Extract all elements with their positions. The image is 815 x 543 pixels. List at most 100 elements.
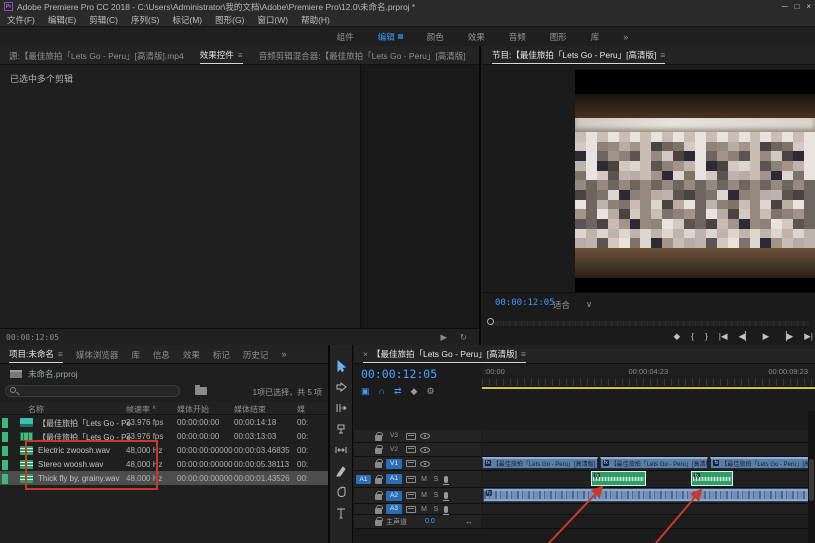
sfx-audio-clip[interactable]: fx — [591, 471, 646, 486]
track-header-V3[interactable]: V3 — [354, 430, 481, 443]
lock-icon[interactable] — [375, 508, 382, 514]
lock-icon[interactable] — [375, 448, 382, 454]
panel-overflow-icon[interactable]: » — [281, 349, 286, 359]
go-to-out-icon[interactable]: ▶| — [804, 331, 813, 342]
track-target-A2[interactable]: A2 — [386, 491, 402, 501]
close-icon[interactable]: × — [363, 349, 368, 359]
tab-project-2[interactable]: 库 — [131, 346, 140, 363]
tool-hand[interactable] — [335, 485, 348, 498]
lock-icon[interactable] — [375, 462, 382, 468]
column-header-1[interactable]: 帧速率 — [126, 404, 150, 415]
tool-razor[interactable] — [335, 422, 348, 435]
music-audio-clip[interactable]: fx — [483, 488, 815, 502]
voiceover-icon[interactable] — [444, 476, 448, 483]
menu-item-5[interactable]: 图形(G) — [215, 14, 244, 26]
workspace-tab-效果[interactable]: 效果 — [468, 31, 485, 43]
snap-icon[interactable]: ∩ — [379, 386, 385, 397]
add-marker-icon[interactable]: ◆ — [411, 386, 418, 397]
close-icon[interactable]: × — [806, 2, 811, 11]
mute-icon[interactable]: M — [420, 476, 428, 483]
mute-icon[interactable]: M — [420, 492, 428, 499]
mute-icon[interactable]: M — [420, 506, 428, 513]
tool-slip[interactable] — [335, 443, 348, 456]
track-header-V1[interactable]: V1 — [354, 457, 481, 471]
workspace-tab-音频[interactable]: 音频 — [509, 31, 526, 43]
panel-menu-icon[interactable]: ≡ — [238, 50, 243, 60]
playhead-knob[interactable] — [487, 318, 494, 325]
tab-source-0[interactable]: 源:【最佳旅拍「Lets Go - Peru」[高清版].mp4 — [9, 47, 184, 64]
track-header-V2[interactable]: V2 — [354, 443, 481, 457]
tool-track-select-forward[interactable] — [335, 380, 348, 393]
table-row[interactable]: Stereo woosh.wav48,000 Hz00:00:00:000000… — [0, 457, 328, 471]
column-header-3[interactable]: 媒体结束 — [234, 404, 266, 415]
scrollbar-thumb[interactable] — [809, 459, 814, 501]
go-to-in-icon[interactable]: |◀ — [719, 331, 728, 342]
column-header-4[interactable]: 媒 — [297, 404, 305, 415]
tool-selection[interactable] — [335, 359, 348, 372]
lane-A2[interactable]: fx — [482, 488, 815, 504]
step-forward-icon[interactable]: ▕▶ — [780, 331, 793, 342]
source-patch-A3[interactable] — [356, 505, 371, 514]
tool-type[interactable] — [335, 506, 348, 519]
track-output-icon[interactable] — [420, 447, 430, 453]
add-marker-icon[interactable]: ◆ — [674, 331, 681, 342]
sync-lock-icon[interactable] — [406, 476, 416, 483]
sync-lock-icon[interactable] — [406, 460, 416, 467]
table-row[interactable]: Electric zwoosh.wav48,000 Hz00:00:00:000… — [0, 443, 328, 457]
fit-icon[interactable]: ↔ — [465, 517, 473, 526]
tab-program[interactable]: 节目:【最佳旅拍「Lets Go - Peru」[高清版] ≡ — [492, 46, 665, 64]
track-target-A3[interactable]: A3 — [386, 504, 402, 514]
menu-item-7[interactable]: 帮助(H) — [301, 14, 330, 26]
solo-icon[interactable]: S — [432, 476, 440, 483]
tool-ripple-edit[interactable] — [335, 401, 348, 414]
video-clip[interactable]: fx【最佳旅拍「Lets Go - Peru」[高清版] — [600, 457, 709, 469]
workspace-tab-组件[interactable]: 组件 — [337, 31, 354, 43]
track-output-icon[interactable] — [420, 433, 430, 439]
workspace-tab-库[interactable]: 库 — [591, 31, 600, 43]
lane-A1[interactable]: fxfx — [482, 471, 815, 488]
linked-selection-icon[interactable]: ⇄ — [394, 386, 402, 397]
solo-icon[interactable]: S — [432, 506, 440, 513]
panel-menu-icon[interactable]: ≡ — [58, 349, 63, 359]
voiceover-icon[interactable] — [444, 506, 448, 513]
sync-lock-icon[interactable] — [406, 446, 416, 453]
track-target-A1[interactable]: A1 — [386, 474, 402, 484]
mark-out-icon[interactable]: } — [705, 331, 708, 342]
workspace-tab-图形[interactable]: 图形 — [550, 31, 567, 43]
timeline-scrollbar[interactable] — [808, 411, 815, 543]
search-input[interactable] — [5, 385, 180, 397]
lane-V2[interactable] — [482, 443, 815, 457]
column-header-2[interactable]: 媒体开始 — [177, 404, 209, 415]
master-track-header[interactable]: 主声道0.0↔ — [354, 515, 481, 529]
lock-icon[interactable] — [375, 494, 382, 500]
voiceover-icon[interactable] — [444, 492, 448, 499]
mark-in-icon[interactable]: { — [691, 331, 694, 342]
play-only-icon[interactable]: ▶ — [440, 332, 447, 343]
solo-icon[interactable]: S — [432, 492, 440, 499]
program-timecode[interactable]: 00:00:12:05 — [495, 298, 555, 308]
timeline-timecode[interactable]: 00:00:12:05 — [361, 367, 437, 381]
table-row[interactable]: 【最佳旅拍「Lets Go - Pe23.976 fps00:00:00:000… — [0, 429, 328, 443]
tab-source-2[interactable]: 音频剪辑混合器:【最佳旅拍「Lets Go - Peru」[高清版] — [259, 47, 466, 64]
tab-project-5[interactable]: 标记 — [213, 346, 230, 363]
new-bin-icon[interactable] — [195, 387, 207, 395]
tab-project-4[interactable]: 效果 — [183, 346, 200, 363]
menu-item-4[interactable]: 标记(M) — [172, 14, 202, 26]
workspace-overflow-icon[interactable]: » — [623, 32, 628, 42]
track-header-A3[interactable]: A3 MS — [354, 504, 481, 515]
sync-lock-icon[interactable] — [406, 433, 416, 440]
tab-project-6[interactable]: 历史记 — [243, 346, 269, 363]
play-icon[interactable]: ▶ — [763, 331, 770, 342]
master-gain-value[interactable]: 0.0 — [425, 518, 435, 525]
video-clip[interactable]: fx【最佳旅拍「Lets Go - Peru」[高清版] — [710, 457, 815, 469]
track-output-icon[interactable] — [420, 461, 430, 467]
source-patch-A1[interactable]: A1 — [356, 475, 371, 484]
source-patch-A2[interactable] — [356, 491, 371, 500]
source-patch-V3[interactable] — [356, 432, 371, 441]
track-header-A2[interactable]: A2 MS — [354, 488, 481, 504]
panel-menu-icon[interactable]: ≡ — [660, 50, 665, 60]
tab-project-3[interactable]: 信息 — [153, 346, 170, 363]
lane-V1[interactable]: fx【最佳旅拍「Lets Go - Peru」[高清版]fx【最佳旅拍「Lets… — [482, 457, 815, 471]
track-target-V3[interactable]: V3 — [386, 431, 402, 441]
menu-item-2[interactable]: 剪辑(C) — [89, 14, 118, 26]
